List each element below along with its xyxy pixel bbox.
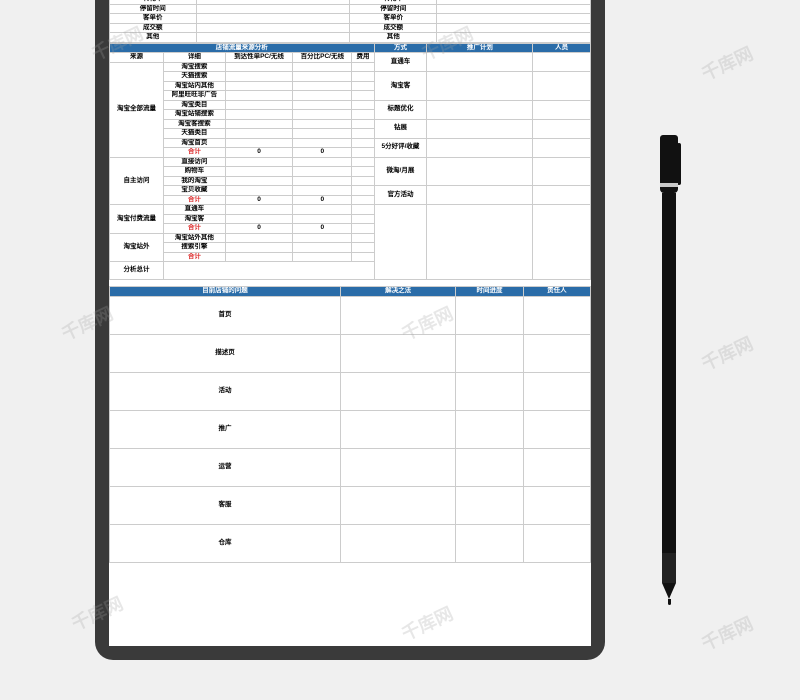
traffic-table: 店铺流量来源分析 方式 推广计划 人员 来源 详细 到达性单PC/无线 百分比P… bbox=[109, 43, 591, 281]
pen-graphic bbox=[660, 135, 678, 605]
watermark: 千库网 bbox=[697, 330, 757, 376]
watermark: 千库网 bbox=[697, 610, 757, 656]
traffic-header: 店铺流量来源分析 bbox=[110, 43, 375, 53]
plan-header: 推广计划 bbox=[427, 43, 533, 53]
issues-table: 目前店铺的问题 解决之法 时间进度 责任人 首页 描述页 活动 推广 运营 客服… bbox=[109, 286, 591, 563]
tablet-frame: 转化率转化率 停留时间停留时间 客单价客单价 成交额成交额 其他其他 店铺流量来… bbox=[95, 0, 605, 660]
person-header: 人员 bbox=[533, 43, 591, 53]
top-metrics-table: 转化率转化率 停留时间停留时间 客单价客单价 成交额成交额 其他其他 bbox=[109, 0, 591, 43]
method-header: 方式 bbox=[374, 43, 427, 53]
document-screen: 转化率转化率 停留时间停留时间 客单价客单价 成交额成交额 其他其他 店铺流量来… bbox=[109, 0, 591, 646]
summary-label: 分析总计 bbox=[110, 262, 164, 280]
watermark: 千库网 bbox=[697, 40, 757, 86]
